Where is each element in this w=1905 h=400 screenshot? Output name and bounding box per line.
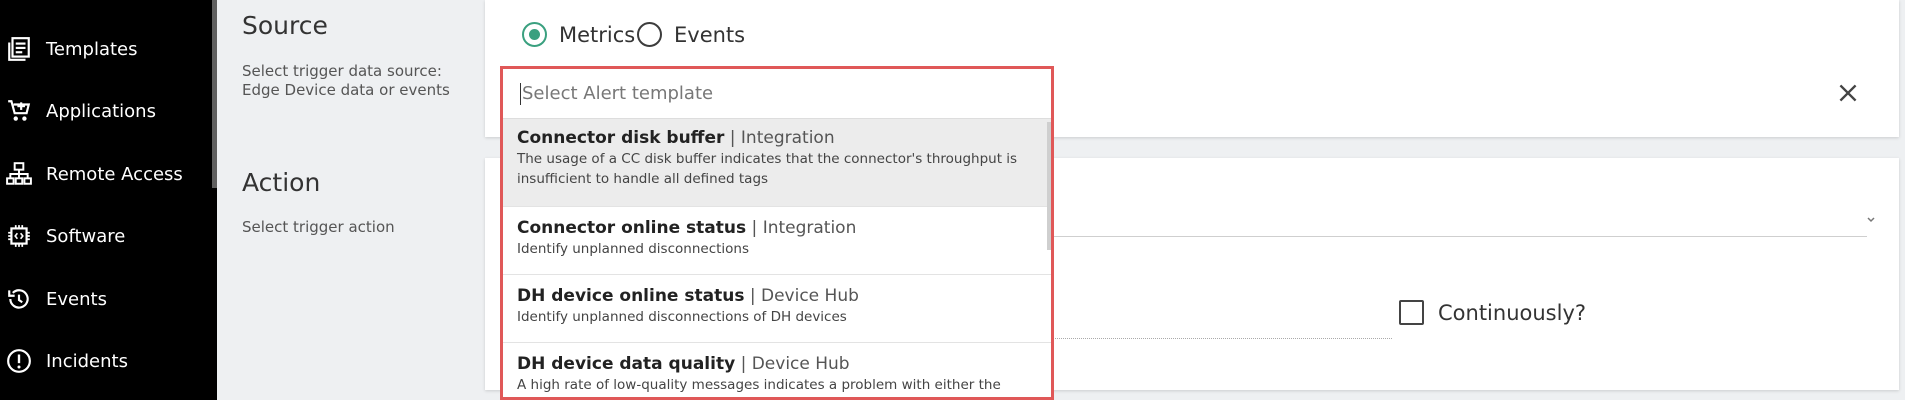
main-content: Source Select trigger data source: Edge … bbox=[217, 0, 1905, 400]
item-title: Connector disk buffer | Integration bbox=[517, 127, 1037, 149]
item-name: DH device online status bbox=[517, 286, 745, 306]
list-item[interactable]: DH device data quality | Device Hub A hi… bbox=[503, 343, 1051, 397]
action-title: Action bbox=[242, 168, 321, 197]
close-icon[interactable] bbox=[1835, 80, 1861, 106]
sidebar-item-label: Incidents bbox=[46, 350, 128, 372]
list-item[interactable]: Connector disk buffer | Integration The … bbox=[503, 119, 1051, 207]
sidebar-item-applications[interactable]: Applications bbox=[0, 91, 212, 131]
radio-unselected-indicator bbox=[637, 22, 662, 47]
sidebar-item-label: Templates bbox=[46, 38, 138, 60]
sidebar-item-templates[interactable]: Templates bbox=[0, 29, 212, 69]
history-icon bbox=[0, 286, 46, 312]
sidebar-item-software[interactable]: Software bbox=[0, 216, 212, 256]
sidebar-item-label: Remote Access bbox=[46, 163, 183, 185]
metrics-radio[interactable]: Metrics bbox=[522, 22, 635, 47]
item-category: Integration bbox=[762, 218, 857, 238]
item-name: Connector online status bbox=[517, 218, 747, 238]
text-caret bbox=[520, 82, 521, 105]
templates-icon bbox=[0, 36, 46, 62]
network-icon bbox=[0, 161, 46, 187]
list-item[interactable]: Connector online status | Integration Id… bbox=[503, 207, 1051, 275]
item-separator: | bbox=[749, 286, 756, 306]
source-description-line2: Edge Device data or events bbox=[242, 81, 450, 99]
metrics-radio-label: Metrics bbox=[559, 22, 636, 47]
chevron-down-icon[interactable] bbox=[1866, 216, 1876, 224]
radio-selected-indicator bbox=[522, 22, 547, 47]
item-category: Integration bbox=[740, 128, 835, 148]
item-title: Connector online status | Integration bbox=[517, 217, 1037, 239]
dropdown-scrollbar[interactable] bbox=[1047, 122, 1051, 250]
item-description: The usage of a CC disk buffer indicates … bbox=[517, 151, 1018, 187]
sidebar-item-incidents[interactable]: Incidents bbox=[0, 341, 212, 381]
alert-circle-icon bbox=[0, 348, 46, 374]
item-separator: | bbox=[729, 128, 736, 148]
item-separator: | bbox=[740, 354, 747, 374]
alert-template-input[interactable] bbox=[522, 83, 1002, 104]
sidebar-item-events[interactable]: Events bbox=[0, 279, 212, 319]
item-description: A high rate of low-quality messages indi… bbox=[517, 377, 1001, 393]
sidebar-item-label: Applications bbox=[46, 100, 156, 122]
sidebar-item-label: Events bbox=[46, 288, 107, 310]
events-radio-label: Events bbox=[674, 22, 746, 47]
list-item[interactable]: DH device online status | Device Hub Ide… bbox=[503, 275, 1051, 343]
alert-template-dropdown[interactable]: Connector disk buffer | Integration The … bbox=[500, 66, 1054, 400]
item-description: Identify unplanned disconnections of DH … bbox=[517, 309, 847, 325]
item-description: Identify unplanned disconnections bbox=[517, 241, 750, 257]
sidebar-item-remote-access[interactable]: Remote Access bbox=[0, 154, 212, 194]
item-title: DH device online status | Device Hub bbox=[517, 285, 1037, 307]
item-title: DH device data quality | Device Hub bbox=[517, 353, 1037, 375]
cart-icon bbox=[0, 98, 46, 124]
source-title: Source bbox=[242, 11, 328, 40]
item-category: Device Hub bbox=[761, 286, 859, 306]
continuously-checkbox[interactable]: Continuously? bbox=[1399, 300, 1586, 325]
chip-icon bbox=[0, 223, 46, 249]
events-radio[interactable]: Events bbox=[637, 22, 745, 47]
alert-template-search[interactable] bbox=[503, 69, 1051, 119]
sidebar-item-label: Software bbox=[46, 225, 126, 247]
item-separator: | bbox=[751, 218, 758, 238]
sidebar: Templates Applications Remote Access Sof… bbox=[0, 0, 217, 400]
item-name: Connector disk buffer bbox=[517, 128, 725, 148]
action-description: Select trigger action bbox=[242, 218, 395, 236]
checkbox-box bbox=[1399, 300, 1424, 325]
continuously-label: Continuously? bbox=[1438, 300, 1587, 325]
item-name: DH device data quality bbox=[517, 354, 736, 374]
item-category: Device Hub bbox=[751, 354, 850, 374]
source-description-line1: Select trigger data source: bbox=[242, 62, 442, 80]
